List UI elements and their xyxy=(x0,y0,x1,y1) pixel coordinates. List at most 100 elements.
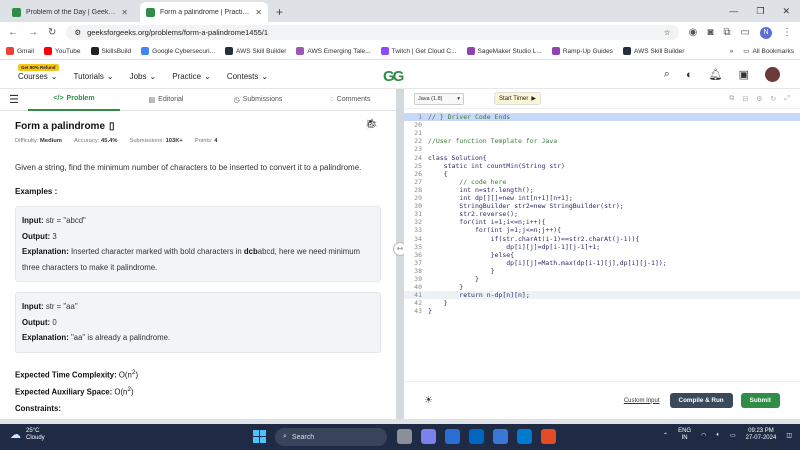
code-line[interactable]: 20 xyxy=(404,121,800,129)
translate-icon[interactable]: ▣ xyxy=(739,68,749,81)
minimize-icon[interactable]: — xyxy=(729,6,738,16)
submit-button[interactable]: Submit xyxy=(740,393,780,408)
browser-tab-form-palindrome[interactable]: Form a palindrome | Practice | G ✕ xyxy=(140,2,268,22)
bookmark-item[interactable]: Gmail xyxy=(6,47,34,55)
bookmark-item[interactable]: Google Cybersecuri... xyxy=(141,47,215,55)
chrome-icon[interactable] xyxy=(541,429,556,444)
reset-icon[interactable]: ⊟ xyxy=(742,95,748,103)
tab-editorial[interactable]: ▤ Editorial xyxy=(120,89,212,111)
notification-bell-icon[interactable]: 🔔︎ xyxy=(709,68,723,81)
code-line[interactable]: 25 static int countMin(String str) xyxy=(404,162,800,170)
tab-submissions[interactable]: ◷ Submissions xyxy=(212,89,304,111)
vscode-icon[interactable] xyxy=(517,429,532,444)
bookmark-item[interactable]: AWS Skill Builder xyxy=(225,47,286,55)
code-line[interactable]: 23 xyxy=(404,145,800,153)
bookmark-item[interactable]: AWS Skill Builder xyxy=(623,47,684,55)
bookmark-item[interactable]: SkillsBuild xyxy=(90,47,131,55)
teams-icon[interactable] xyxy=(421,429,436,444)
start-timer-button[interactable]: Start Timer ▶ xyxy=(494,92,541,105)
reload-icon[interactable]: ↻ xyxy=(48,27,56,38)
user-avatar[interactable] xyxy=(765,67,780,82)
address-bar[interactable]: ⚙ geeksforgeeks.org/problems/form-a-pali… xyxy=(66,25,679,40)
copy-icon[interactable]: ⧉ xyxy=(729,95,734,103)
bookmark-star-icon[interactable]: ☆ xyxy=(664,28,671,37)
code-line[interactable]: 35 dp[i][j]=dp[i-1][j-1]+1; xyxy=(404,243,800,251)
search-icon[interactable]: ⌕ xyxy=(664,68,670,81)
code-line[interactable]: 1 // } Driver Code Ends xyxy=(404,113,800,121)
wifi-icon[interactable]: ◠ xyxy=(701,432,706,439)
lightbulb-icon[interactable]: ☀ xyxy=(424,395,433,406)
new-tab-icon[interactable]: + xyxy=(276,5,283,19)
code-line[interactable]: 32 for(int i=1;i<=n;i++){ xyxy=(404,218,800,226)
files-icon[interactable] xyxy=(493,429,508,444)
code-line[interactable]: 26 { xyxy=(404,170,800,178)
volume-icon[interactable]: 🔈︎ xyxy=(716,432,720,439)
all-bookmarks[interactable]: ▭ All Bookmarks xyxy=(743,47,794,56)
code-line[interactable]: 42 } xyxy=(404,299,800,307)
bookmark-item[interactable]: YouTube xyxy=(43,47,81,55)
refund-offer-badge[interactable]: Get 90% Refund xyxy=(18,64,59,71)
bookmark-item[interactable]: SageMaker Studio L... xyxy=(466,47,542,55)
nav-jobs[interactable]: Jobs ⌄ xyxy=(130,72,157,81)
extensions-puzzle-icon[interactable]: ⧉ xyxy=(723,27,730,38)
custom-input-link[interactable]: Custom Input xyxy=(624,398,660,404)
nav-tutorials[interactable]: Tutorials ⌄ xyxy=(74,72,114,81)
bookmark-item[interactable]: Ramp-Up Guides xyxy=(551,47,613,55)
close-window-icon[interactable]: ✕ xyxy=(782,6,790,17)
back-icon[interactable]: ← xyxy=(8,27,18,38)
site-info-icon[interactable]: ⚙ xyxy=(74,28,81,37)
code-line[interactable]: 31 str2.reverse(); xyxy=(404,210,800,218)
code-line[interactable]: 22 //User function Template for Java xyxy=(404,137,800,145)
code-line[interactable]: 29 int dp[][]=new int[n+1][n+1]; xyxy=(404,194,800,202)
clock[interactable]: 09:23 PM 27-07-2024 xyxy=(746,428,777,442)
code-line[interactable]: 21 xyxy=(404,129,800,137)
tab-close-icon[interactable]: ✕ xyxy=(255,8,262,17)
code-line[interactable]: 40 } xyxy=(404,283,800,291)
code-line[interactable]: 37 dp[i][j]=Math.max(dp[i-1][j],dp[i][j-… xyxy=(404,259,800,267)
weather-widget[interactable]: ☁ 25°C Cloudy xyxy=(10,428,45,442)
tab-problem[interactable]: </> Problem xyxy=(28,89,120,111)
code-line[interactable]: 36 }else{ xyxy=(404,251,800,259)
notification-icon[interactable]: ◫ xyxy=(786,432,792,439)
menu-kebab-icon[interactable]: ⋮ xyxy=(782,27,792,38)
code-line[interactable]: 41 return n-dp[n][n]; xyxy=(404,291,800,300)
taskbar-search[interactable]: ⌕ Search xyxy=(275,428,387,446)
language-select[interactable]: Java (1.8) ▾ xyxy=(414,92,464,105)
hamburger-menu-icon[interactable]: ☰ xyxy=(0,93,28,106)
code-line[interactable]: 30 StringBuilder str2=new StringBuilder(… xyxy=(404,202,800,210)
nav-practice[interactable]: Practice ⌄ xyxy=(172,72,211,81)
tab-comments[interactable]: ◌ Comments xyxy=(304,89,396,111)
compile-run-button[interactable]: Compile & Run xyxy=(669,393,733,408)
fullscreen-icon[interactable]: ⤢ xyxy=(784,95,790,103)
chevron-right-icon[interactable]: » xyxy=(730,48,734,55)
store-icon[interactable] xyxy=(469,429,484,444)
report-bug-icon[interactable]: 🐞︎ xyxy=(365,119,378,130)
code-line[interactable]: 27 // code here xyxy=(404,178,800,186)
settings-icon[interactable]: ⚙ xyxy=(756,95,762,103)
side-panel-icon[interactable]: ▭ xyxy=(741,27,750,38)
code-line[interactable]: 33 for(int j=1;j<=n;j++){ xyxy=(404,226,800,234)
battery-icon[interactable]: ▭ xyxy=(730,432,736,439)
tab-close-icon[interactable]: ✕ xyxy=(121,8,128,17)
nav-courses[interactable]: Courses ⌄ xyxy=(18,72,58,81)
maximize-icon[interactable]: ❐ xyxy=(756,6,764,17)
gfg-logo[interactable]: GG xyxy=(383,68,404,85)
chevron-up-icon[interactable]: ⌃ xyxy=(663,432,668,439)
bookmark-item[interactable]: Twitch | Get Cloud C... xyxy=(380,47,457,55)
language-indicator[interactable]: ENG IN xyxy=(678,428,691,442)
profile-avatar[interactable]: N xyxy=(760,26,772,39)
code-line[interactable]: 28 int n=str.length(); xyxy=(404,186,800,194)
extension-icon[interactable]: ◉ xyxy=(689,27,698,38)
nav-contests[interactable]: Contests ⌄ xyxy=(227,72,268,81)
code-line[interactable]: 24 class Solution{ xyxy=(404,154,800,162)
refresh-icon[interactable]: ↻ xyxy=(771,95,777,103)
browser-tab-problem-of-day[interactable]: Problem of the Day | GeeksforG ✕ xyxy=(6,2,134,22)
windows-start-icon[interactable] xyxy=(253,430,266,443)
code-line[interactable]: 43} xyxy=(404,307,800,315)
bookmark-item[interactable]: AWS Emerging Tale... xyxy=(296,47,371,55)
theme-toggle-icon[interactable]: ◐ xyxy=(686,69,693,81)
edit-app-icon[interactable] xyxy=(445,429,460,444)
code-line[interactable]: 38 } xyxy=(404,267,800,275)
code-line[interactable]: 34 if(str.charAt(i-1)==str2.charAt(j-1))… xyxy=(404,235,800,243)
forward-icon[interactable]: → xyxy=(28,27,38,38)
